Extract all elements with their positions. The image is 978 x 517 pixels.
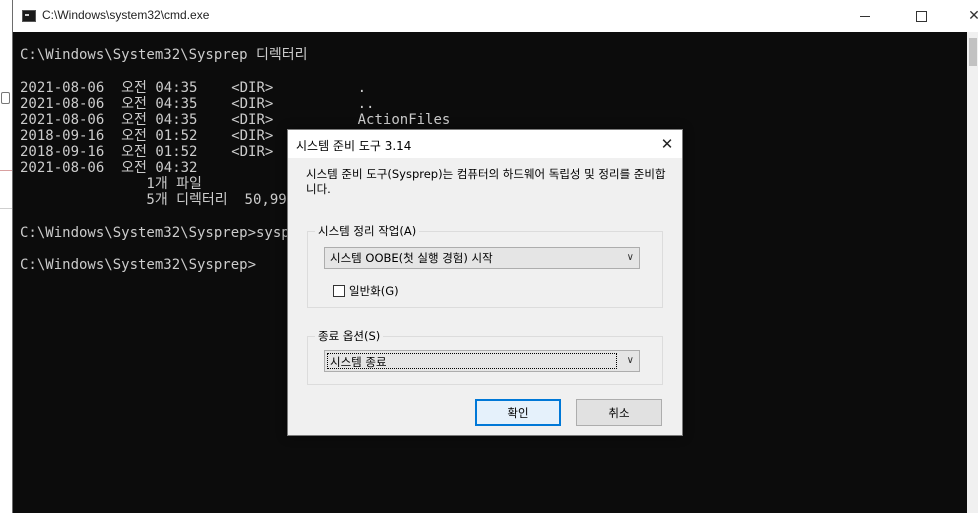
cleanup-action-dropdown[interactable]: 시스템 OOBE(첫 실행 경험) 시작 ∨	[324, 247, 640, 269]
generalize-checkbox[interactable]: 일반화(G)	[333, 283, 399, 299]
shutdown-options-group: 종료 옵션(S) 시스템 종료 ∨	[307, 328, 663, 385]
cancel-button[interactable]: 취소	[576, 399, 662, 426]
maximize-button[interactable]	[898, 0, 944, 32]
chevron-down-icon: ∨	[626, 252, 634, 263]
cmd-titlebar[interactable]: C:\Windows\system32\cmd.exe ✕	[13, 0, 978, 32]
ok-button[interactable]: 확인	[475, 399, 561, 426]
shutdown-options-label: 종료 옵션(S)	[315, 328, 384, 344]
checkbox-box[interactable]	[333, 285, 345, 297]
console-prompt: C:\Windows\System32\Sysprep>	[20, 257, 257, 273]
generalize-label[interactable]: 일반화(G)	[349, 283, 399, 299]
minimize-button[interactable]	[842, 0, 888, 32]
scrollbar-thumb[interactable]	[969, 38, 977, 66]
dialog-titlebar[interactable]: 시스템 준비 도구 3.14 ✕	[288, 130, 682, 158]
console-line: 2021-08-06 오전 04:35 <DIR> ActionFiles	[20, 112, 451, 128]
cleanup-action-value: 시스템 OOBE(첫 실행 경험) 시작	[330, 251, 493, 265]
console-line: C:\Windows\System32\Sysprep 디렉터리	[20, 47, 308, 63]
window-bottom-edge	[0, 513, 978, 517]
console-scrollbar[interactable]	[967, 32, 978, 513]
cmd-app-icon[interactable]	[22, 10, 36, 22]
minimize-icon	[860, 15, 870, 17]
background-window-edge	[0, 0, 12, 517]
cmd-window-title: C:\Windows\system32\cmd.exe	[42, 8, 210, 22]
console-line: 2021-08-06 오전 04:35 <DIR> ..	[20, 96, 375, 112]
maximize-icon	[915, 10, 927, 22]
console-line: 2021-08-06 오전 04:35 <DIR> .	[20, 80, 367, 96]
close-icon: ✕	[968, 8, 978, 24]
cleanup-action-group: 시스템 정리 작업(A) 시스템 OOBE(첫 실행 경험) 시작 ∨ 일반화(…	[307, 223, 663, 308]
background-divider	[0, 208, 12, 209]
dialog-description: 시스템 준비 도구(Sysprep)는 컴퓨터의 하드웨어 독립성 및 정리를 …	[306, 167, 666, 196]
console-line: 2018-09-16 오전 01:52 <DIR>	[20, 128, 274, 144]
console-line: 5개 디렉터리 50,999	[20, 192, 296, 208]
shutdown-options-dropdown[interactable]: 시스템 종료 ∨	[324, 350, 640, 372]
close-button[interactable]: ✕	[951, 0, 978, 32]
sysprep-dialog: 시스템 준비 도구 3.14 ✕ 시스템 준비 도구(Sysprep)는 컴퓨터…	[287, 129, 683, 436]
close-icon: ✕	[660, 135, 674, 153]
cleanup-action-label: 시스템 정리 작업(A)	[315, 223, 420, 239]
console-line: 2021-08-06 오전 04:32 1,35	[20, 160, 324, 176]
background-divider	[0, 170, 12, 171]
background-icon	[1, 92, 10, 104]
shutdown-options-value: 시스템 종료	[327, 353, 617, 369]
console-line: 1개 파일	[20, 176, 202, 192]
console-line: 2018-09-16 오전 01:52 <DIR>	[20, 144, 274, 160]
chevron-down-icon: ∨	[626, 355, 634, 366]
dialog-close-button[interactable]: ✕	[652, 130, 682, 158]
console-line: C:\Windows\System32\Sysprep>syspre	[20, 225, 307, 241]
dialog-title: 시스템 준비 도구 3.14	[296, 139, 412, 153]
